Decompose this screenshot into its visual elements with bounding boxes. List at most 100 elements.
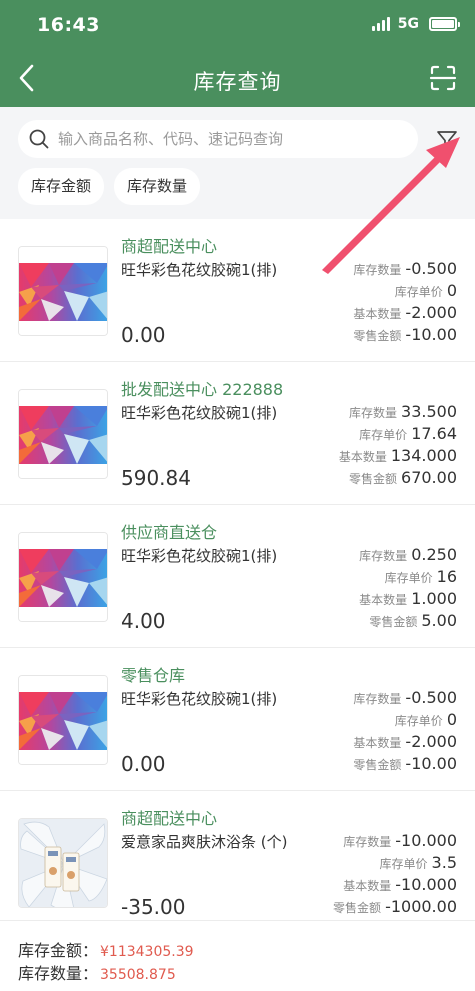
footer-amount-row: 库存金额： ¥1134305.39 — [18, 937, 194, 961]
stat-label: 基本数量 — [353, 307, 402, 321]
stat-label: 基本数量 — [359, 593, 408, 607]
stat-qty: 库存数量 -0.500 — [287, 259, 457, 281]
stat-base_qty: 基本数量 -2.000 — [287, 732, 457, 754]
footer-qty-row: 库存数量： 35508.875 — [18, 960, 176, 984]
stat-label: 库存数量 — [359, 549, 408, 563]
stat-value: 1.000 — [411, 589, 457, 608]
stat-label: 库存单价 — [394, 714, 443, 728]
stat-label: 库存数量 — [343, 835, 392, 849]
stat-label: 零售金额 — [369, 615, 418, 629]
search-area: 库存金额 库存数量 — [0, 107, 475, 219]
stat-value: -0.500 — [405, 259, 457, 278]
product-image — [18, 246, 108, 336]
stat-label: 基本数量 — [343, 879, 392, 893]
stat-label: 库存数量 — [349, 406, 398, 420]
app-header: 16:43 5G 库存查询 — [0, 0, 475, 107]
stock-stats: 库存数量 33.500 库存单价 17.64 基本数量 134.000 零售金额… — [287, 402, 457, 490]
inventory-item[interactable]: 供应商直送仓 旺华彩色花纹胶碗1(排) 4.00 库存数量 0.250 库存单价… — [0, 505, 475, 648]
filter-button[interactable] — [432, 125, 462, 155]
stat-unit_price: 库存单价 17.64 — [287, 424, 457, 446]
stat-value: 16 — [436, 567, 457, 586]
stat-label: 库存单价 — [394, 285, 443, 299]
stock-stats: 库存数量 0.250 库存单价 16 基本数量 1.000 零售金额 5.00 — [287, 545, 457, 633]
chip-stock-amount[interactable]: 库存金额 — [18, 168, 105, 205]
stat-retail_amount: 零售金额 5.00 — [287, 611, 457, 633]
search-box[interactable] — [18, 120, 418, 158]
inventory-list: 商超配送中心 旺华彩色花纹胶碗1(排) 0.00 库存数量 -0.500 库存单… — [0, 219, 475, 934]
stat-value: 670.00 — [401, 468, 457, 487]
stat-base_qty: 基本数量 -10.000 — [287, 875, 457, 897]
stat-value: 5.00 — [421, 611, 457, 630]
stat-qty: 库存数量 33.500 — [287, 402, 457, 424]
stat-unit_price: 库存单价 0 — [287, 710, 457, 732]
stat-label: 零售金额 — [353, 329, 402, 343]
network-label: 5G — [397, 16, 419, 32]
stat-base_qty: 基本数量 134.000 — [287, 446, 457, 468]
stat-value: 33.500 — [401, 402, 457, 421]
scan-button[interactable] — [423, 58, 463, 98]
stat-value: 0 — [446, 281, 457, 300]
stat-value: -10.00 — [405, 325, 457, 344]
stat-label: 库存单价 — [384, 571, 433, 585]
footer-amount-value: ¥1134305.39 — [100, 944, 194, 960]
stat-value: -2.000 — [405, 732, 457, 751]
stock-amount: 4.00 — [121, 609, 166, 633]
product-image — [18, 389, 108, 479]
product-name: 旺华彩色花纹胶碗1(排) — [121, 690, 278, 708]
status-icons: 5G — [371, 16, 460, 32]
inventory-item[interactable]: 零售仓库 旺华彩色花纹胶碗1(排) 0.00 库存数量 -0.500 库存单价 … — [0, 648, 475, 791]
stat-value: 0.250 — [411, 545, 457, 564]
stat-unit_price: 库存单价 16 — [287, 567, 457, 589]
stock-stats: 库存数量 -0.500 库存单价 0 基本数量 -2.000 零售金额 -10.… — [287, 259, 457, 347]
product-name: 爱意家品爽肤沐浴条 (个) — [121, 833, 288, 851]
search-icon — [29, 129, 49, 149]
stat-base_qty: 基本数量 -2.000 — [287, 303, 457, 325]
stat-label: 零售金额 — [349, 472, 398, 486]
product-name: 旺华彩色花纹胶碗1(排) — [121, 261, 278, 279]
search-input[interactable] — [58, 120, 408, 158]
footer-amount-label: 库存金额： — [18, 941, 99, 960]
stock-amount: -35.00 — [121, 895, 186, 919]
stat-value: -10.00 — [405, 754, 457, 773]
stat-label: 库存单价 — [379, 857, 428, 871]
store-name: 商超配送中心 — [121, 237, 218, 256]
inventory-item[interactable]: 商超配送中心 旺华彩色花纹胶碗1(排) 0.00 库存数量 -0.500 库存单… — [0, 219, 475, 362]
stat-value: -0.500 — [405, 688, 457, 707]
filter-icon — [437, 131, 457, 149]
product-image — [18, 818, 108, 908]
stat-label: 基本数量 — [353, 736, 402, 750]
stat-label: 库存数量 — [353, 263, 402, 277]
stat-retail_amount: 零售金额 -1000.00 — [287, 897, 457, 919]
product-image — [18, 532, 108, 622]
scan-icon — [429, 65, 457, 91]
stat-value: 0 — [446, 710, 457, 729]
sort-chips: 库存金额 库存数量 — [18, 168, 201, 205]
store-name: 批发配送中心 222888 — [121, 380, 284, 399]
stat-label: 零售金额 — [353, 758, 402, 772]
stock-stats: 库存数量 -0.500 库存单价 0 基本数量 -2.000 零售金额 -10.… — [287, 688, 457, 776]
status-time: 16:43 — [37, 14, 100, 36]
footer-qty-label: 库存数量： — [18, 964, 99, 983]
stat-value: 134.000 — [390, 446, 457, 465]
battery-icon — [429, 17, 460, 31]
inventory-item[interactable]: 批发配送中心 222888 旺华彩色花纹胶碗1(排) 590.84 库存数量 3… — [0, 362, 475, 505]
product-image — [18, 675, 108, 765]
stat-value: -2.000 — [405, 303, 457, 322]
stat-value: -10.000 — [395, 875, 457, 894]
stock-amount: 0.00 — [121, 323, 166, 347]
inventory-item[interactable]: 商超配送中心 爱意家品爽肤沐浴条 (个) -35.00 库存数量 -10.000… — [0, 791, 475, 934]
chip-stock-qty[interactable]: 库存数量 — [114, 168, 201, 205]
summary-footer: 库存金额： ¥1134305.39 库存数量： 35508.875 — [0, 920, 475, 991]
stat-value: 3.5 — [431, 853, 457, 872]
product-name: 旺华彩色花纹胶碗1(排) — [121, 404, 278, 422]
status-bar: 16:43 5G — [0, 0, 475, 50]
stat-label: 零售金额 — [333, 901, 382, 915]
stat-qty: 库存数量 0.250 — [287, 545, 457, 567]
stat-value: -1000.00 — [385, 897, 457, 916]
stock-amount: 0.00 — [121, 752, 166, 776]
stat-retail_amount: 零售金额 -10.00 — [287, 754, 457, 776]
stat-unit_price: 库存单价 3.5 — [287, 853, 457, 875]
stat-retail_amount: 零售金额 -10.00 — [287, 325, 457, 347]
store-name: 供应商直送仓 — [121, 523, 218, 542]
store-name: 商超配送中心 — [121, 809, 218, 828]
